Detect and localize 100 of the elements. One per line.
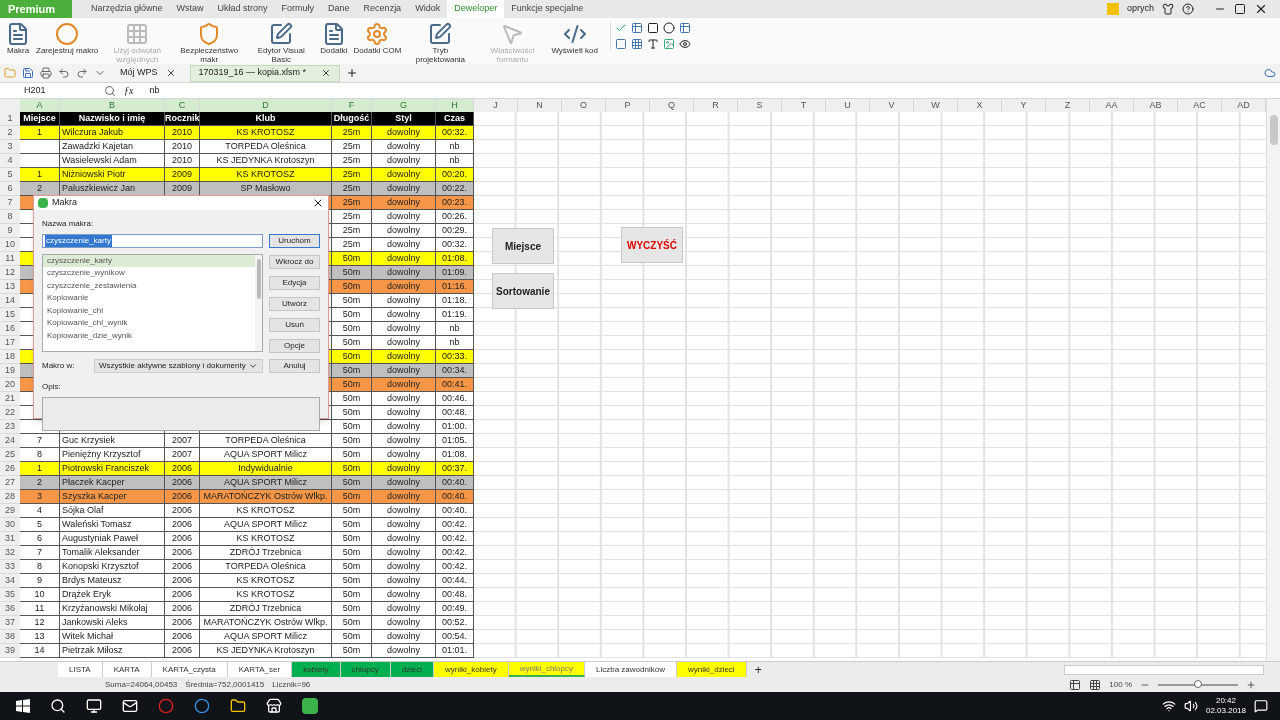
column-header[interactable]: T bbox=[782, 99, 826, 112]
row-header[interactable]: 33 bbox=[0, 560, 20, 574]
column-header[interactable]: D bbox=[200, 99, 332, 112]
view-icon[interactable] bbox=[679, 38, 691, 50]
row-header[interactable]: 23 bbox=[0, 420, 20, 434]
column-header[interactable]: B bbox=[60, 99, 165, 112]
undo-icon[interactable] bbox=[58, 67, 70, 79]
folder-icon[interactable] bbox=[230, 698, 246, 714]
column-header[interactable]: Z bbox=[1046, 99, 1090, 112]
volume-icon[interactable] bbox=[1183, 699, 1198, 713]
column-header[interactable]: O bbox=[562, 99, 606, 112]
row-header[interactable]: 17 bbox=[0, 336, 20, 350]
column-header[interactable]: AB bbox=[1134, 99, 1178, 112]
ribbon-tab[interactable]: Układ strony bbox=[210, 0, 275, 18]
sheet-tab[interactable]: KARTA_czysta bbox=[151, 662, 228, 677]
scrollbar-thumb[interactable] bbox=[1269, 115, 1278, 145]
list-icon[interactable] bbox=[679, 22, 691, 34]
row-header[interactable]: 3 bbox=[0, 140, 20, 154]
sheet-button[interactable]: Miejsce bbox=[492, 228, 554, 264]
row-header[interactable]: 27 bbox=[0, 476, 20, 490]
column-header[interactable]: AC bbox=[1178, 99, 1222, 112]
macro-list-item[interactable]: Kopiowanie bbox=[43, 292, 255, 305]
row-header[interactable]: 28 bbox=[0, 490, 20, 504]
macro-list-item[interactable]: Kopiowanie_chl bbox=[43, 304, 255, 317]
sheet-tab[interactable]: KARTA bbox=[102, 662, 152, 677]
row-header[interactable]: 39 bbox=[0, 644, 20, 658]
square-icon[interactable] bbox=[647, 22, 659, 34]
ribbon-button[interactable]: Wyświetl kod bbox=[549, 22, 600, 55]
scrollbar-thumb[interactable] bbox=[256, 258, 261, 299]
row-header[interactable]: 29 bbox=[0, 504, 20, 518]
close-icon[interactable] bbox=[1254, 2, 1268, 16]
windows-icon[interactable] bbox=[16, 699, 30, 713]
row-header[interactable]: 9 bbox=[0, 224, 20, 238]
column-header[interactable]: V bbox=[870, 99, 914, 112]
user-menu[interactable]: oprych bbox=[1127, 2, 1154, 16]
sheet-tab[interactable]: kobiety bbox=[292, 662, 341, 677]
ribbon-button[interactable]: Makra bbox=[4, 22, 32, 55]
row-header[interactable]: 24 bbox=[0, 434, 20, 448]
help-icon[interactable] bbox=[1182, 3, 1194, 15]
row-header[interactable]: 35 bbox=[0, 588, 20, 602]
function-icon[interactable]: ƒx bbox=[124, 83, 134, 98]
row-header[interactable]: 37 bbox=[0, 616, 20, 630]
row-header[interactable]: 19 bbox=[0, 364, 20, 378]
ribbon-tab[interactable]: Funkcje specjalne bbox=[504, 0, 591, 18]
maximize-icon[interactable] bbox=[1234, 3, 1246, 15]
cancel-button[interactable]: Anuluj bbox=[269, 358, 320, 373]
row-header[interactable]: 2 bbox=[0, 126, 20, 140]
network-icon[interactable] bbox=[1161, 699, 1176, 713]
column-header[interactable]: G bbox=[372, 99, 436, 112]
sheet-tab[interactable]: chlopcy bbox=[340, 662, 391, 677]
row-header[interactable]: 7 bbox=[0, 196, 20, 210]
dialog-button[interactable]: Wkrocz do bbox=[269, 254, 320, 269]
ribbon-tab[interactable]: Wstaw bbox=[169, 0, 211, 18]
macro-list-item[interactable]: czyszczenie_karty bbox=[43, 254, 255, 267]
sheet-tab[interactable]: LISTA bbox=[58, 662, 103, 677]
name-box[interactable]: H201 bbox=[0, 83, 80, 98]
macro-list-item[interactable]: czyszczenie_zestawienia bbox=[43, 279, 255, 292]
column-header[interactable]: R bbox=[694, 99, 738, 112]
add-icon[interactable] bbox=[345, 67, 358, 79]
dialog-button[interactable]: Opcje bbox=[269, 338, 320, 353]
ribbon-tab[interactable]: Recenzja bbox=[356, 0, 409, 18]
sheet-tab[interactable]: wyniki_dzieci bbox=[676, 662, 747, 677]
row-header[interactable]: 1 bbox=[0, 112, 20, 126]
row-header[interactable]: 25 bbox=[0, 448, 20, 462]
print-icon[interactable] bbox=[40, 67, 52, 79]
cloud-icon[interactable] bbox=[1264, 67, 1276, 79]
row-header[interactable]: 20 bbox=[0, 378, 20, 392]
grid-icon[interactable] bbox=[631, 38, 643, 50]
column-header[interactable]: C bbox=[165, 99, 200, 112]
row-header[interactable]: 36 bbox=[0, 602, 20, 616]
macro-list-item[interactable]: czyszczenie_wynikow bbox=[43, 267, 255, 280]
ribbon-tab[interactable]: Formuły bbox=[274, 0, 322, 18]
column-header[interactable]: Y bbox=[1002, 99, 1046, 112]
task-view-icon[interactable] bbox=[86, 698, 102, 714]
sheet-button[interactable]: WYCZYŚĆ bbox=[621, 227, 683, 263]
row-header[interactable]: 31 bbox=[0, 532, 20, 546]
row-header[interactable]: 5 bbox=[0, 168, 20, 182]
search-icon[interactable] bbox=[50, 698, 66, 714]
sheet-tab[interactable]: Liczba zawodników bbox=[585, 662, 677, 677]
row-header[interactable]: 34 bbox=[0, 574, 20, 588]
spreadsheet-app-icon[interactable] bbox=[302, 698, 318, 714]
column-header[interactable]: X bbox=[958, 99, 1002, 112]
ribbon-button[interactable]: Zarejestruj makro bbox=[34, 22, 101, 55]
dialog-button[interactable]: Utwórz bbox=[269, 296, 320, 311]
ribbon-button[interactable]: Dodatki COM bbox=[351, 22, 404, 55]
dialog-button[interactable]: Edycja bbox=[269, 275, 320, 290]
column-header[interactable]: A bbox=[20, 99, 60, 112]
ribbon-button[interactable]: Tryb projektowania bbox=[405, 22, 476, 64]
macro-name-field[interactable]: czyszczenie_karty bbox=[42, 233, 263, 248]
document-tab[interactable]: Mój WPS bbox=[112, 64, 184, 82]
sheet-tab[interactable]: dzieci bbox=[390, 662, 435, 677]
notifications-icon[interactable] bbox=[1254, 699, 1268, 713]
row-header[interactable]: 14 bbox=[0, 294, 20, 308]
row-header[interactable]: 38 bbox=[0, 630, 20, 644]
zoom-slider-thumb[interactable] bbox=[1194, 679, 1202, 688]
zoom-icon[interactable] bbox=[104, 84, 116, 97]
sheet-tab[interactable]: wyniki_kobiety bbox=[434, 662, 509, 677]
ribbon-tab[interactable]: Deweloper bbox=[447, 0, 505, 18]
row-header[interactable]: 15 bbox=[0, 308, 20, 322]
row-header[interactable]: 8 bbox=[0, 210, 20, 224]
